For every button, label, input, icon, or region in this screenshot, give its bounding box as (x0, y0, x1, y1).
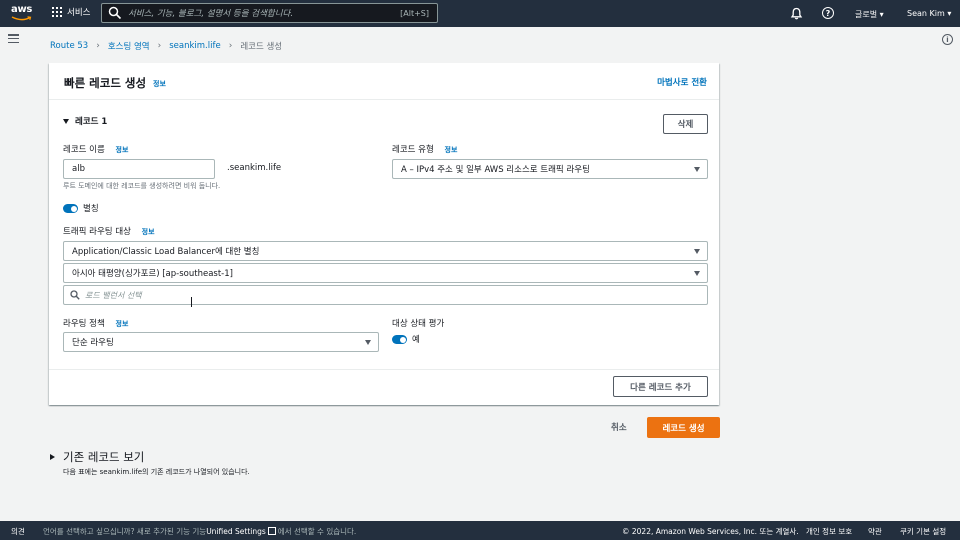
health-check-value: 예 (412, 335, 420, 345)
record-1-title: 레코드 1 (75, 117, 108, 127)
record-name-label-text: 레코드 이름 (63, 145, 105, 155)
route-target-label: 트래픽 라우팅 대상 정보 (63, 225, 155, 237)
caret-down-icon (63, 118, 69, 124)
routing-policy-label-text: 라우팅 정책 (63, 319, 105, 329)
record-type-value: A – IPv4 주소 및 일부 AWS 리소스로 트래픽 라우팅 (401, 165, 590, 175)
breadcrumb-current: 레코드 생성 (240, 42, 283, 52)
record-name-info-link[interactable]: 정보 (116, 146, 129, 154)
cookie-preferences-link[interactable]: 쿠키 기본 설정 (900, 526, 946, 537)
delete-record-button[interactable]: 삭제 (663, 114, 708, 134)
routing-policy-info-link[interactable]: 정보 (116, 320, 129, 328)
chevron-right-icon: › (157, 41, 162, 51)
aws-smile-icon (11, 16, 32, 21)
mouse-cursor-icon (191, 297, 194, 307)
chevron-right-icon: › (96, 41, 100, 51)
page-title: 빠른 레코드 생성 (64, 76, 147, 90)
route-target-info-link[interactable]: 정보 (142, 228, 155, 236)
routing-policy-label: 라우팅 정책 정보 (63, 317, 128, 329)
title-info-link[interactable]: 정보 (153, 79, 166, 89)
info-panel-icon[interactable]: i (942, 34, 953, 45)
services-grid-icon (52, 7, 62, 17)
route-target-value: Application/Classic Load Balancer에 대한 별칭 (72, 247, 260, 257)
search-icon (70, 290, 80, 300)
language-notice: 언어를 선택하고 싶으십니까? 새로 추가된 기능 기능Unified Sett… (43, 526, 356, 537)
routing-policy-value: 단순 라우팅 (72, 338, 114, 348)
global-search-input[interactable]: 서비스, 기능, 블로그, 설명서 등을 검색합니다. [Alt+S] (101, 3, 438, 23)
help-icon[interactable]: ? (822, 7, 834, 19)
search-shortcut: [Alt+S] (400, 8, 429, 18)
quick-create-record-panel: 빠른 레코드 생성 정보 마법사로 전환 레코드 1 삭제 레코드 이름 정보 … (49, 63, 719, 405)
load-balancer-placeholder: 로드 밸런서 선택 (85, 290, 142, 300)
top-navigation: aws 서비스 서비스, 기능, 블로그, 설명서 등을 검색합니다. [Alt… (0, 0, 960, 27)
record-name-input[interactable]: alb (63, 159, 215, 179)
caret-right-icon (50, 454, 55, 460)
record-1-section-toggle[interactable]: 레코드 1 (63, 115, 107, 127)
region-select[interactable]: 아시아 태평양(싱가포르) [ap-southeast-1] (63, 263, 708, 283)
caret-down-icon (365, 340, 371, 345)
caret-down-icon (694, 167, 700, 172)
record-name-hint: 루트 도메인에 대한 레코드를 생성하려면 비워 둡니다. (63, 182, 221, 190)
breadcrumb-hosted-zones[interactable]: 호스팅 영역 (108, 40, 150, 52)
privacy-link[interactable]: 개인 정보 보호 (806, 526, 852, 537)
region-value: 아시아 태평양(싱가포르) [ap-southeast-1] (72, 269, 233, 279)
record-name-label: 레코드 이름 정보 (63, 143, 128, 155)
add-another-record-button[interactable]: 다른 레코드 추가 (613, 376, 708, 397)
alias-label: 별칭 (83, 204, 99, 214)
external-link-icon (267, 527, 276, 535)
breadcrumb-route53[interactable]: Route 53 (50, 41, 88, 51)
view-existing-records-toggle[interactable]: 기존 레코드 보기 (50, 449, 144, 465)
record-type-select[interactable]: A – IPv4 주소 및 일부 AWS 리소스로 트래픽 라우팅 (392, 159, 708, 179)
panel-header: 빠른 레코드 생성 정보 마법사로 전환 (49, 63, 719, 100)
caret-down-icon (694, 271, 700, 276)
breadcrumb-domain[interactable]: seankim.life (169, 41, 220, 51)
route-target-label-text: 트래픽 라우팅 대상 (63, 227, 131, 237)
aws-logo-text: aws (11, 4, 33, 15)
chevron-right-icon: › (228, 41, 233, 51)
services-menu-button[interactable]: 서비스 (52, 6, 90, 18)
services-label: 서비스 (67, 8, 91, 18)
existing-records-title: 기존 레코드 보기 (63, 450, 145, 464)
copyright-text: © 2022, Amazon Web Services, Inc. 또는 계열사… (622, 527, 799, 536)
language-notice-prefix: 언어를 선택하고 싶으십니까? 새로 추가된 기능 기능 (43, 527, 207, 536)
record-type-label-text: 레코드 유형 (392, 145, 434, 155)
unified-settings-link[interactable]: Unified Settings (206, 527, 266, 536)
create-records-button[interactable]: 레코드 생성 (647, 417, 720, 438)
record-name-value: alb (72, 164, 85, 174)
health-check-label: 대상 상태 평가 (392, 319, 445, 329)
search-icon (108, 6, 122, 20)
breadcrumb: Route 53 › 호스팅 영역 › seankim.life › 레코드 생… (50, 40, 282, 52)
existing-records-description: 다음 표에는 seankim.life의 기존 레코드가 나열되어 있습니다. (63, 468, 250, 476)
domain-suffix: .seankim.life (227, 163, 282, 173)
bell-icon[interactable] (790, 7, 803, 20)
terms-link[interactable]: 약관 (868, 526, 882, 537)
record-type-label: 레코드 유형 정보 (392, 143, 457, 155)
region-selector[interactable]: 글로벌 ▾ (855, 9, 884, 20)
user-menu[interactable]: Sean Kim ▾ (907, 9, 951, 18)
cancel-button[interactable]: 취소 (611, 421, 627, 433)
language-notice-suffix: 에서 선택할 수 있습니다. (277, 527, 357, 536)
feedback-link[interactable]: 의견 (11, 526, 25, 537)
caret-down-icon (694, 249, 700, 254)
load-balancer-search-input[interactable]: 로드 밸런서 선택 (63, 285, 708, 305)
routing-policy-select[interactable]: 단순 라우팅 (63, 332, 379, 352)
switch-to-wizard-link[interactable]: 마법사로 전환 (657, 76, 707, 88)
alias-toggle[interactable] (63, 204, 78, 213)
aws-logo[interactable]: aws (11, 4, 35, 22)
health-check-toggle[interactable] (392, 335, 407, 344)
route-target-select[interactable]: Application/Classic Load Balancer에 대한 별칭 (63, 241, 708, 261)
record-type-info-link[interactable]: 정보 (445, 146, 458, 154)
hamburger-menu-icon[interactable] (8, 34, 19, 43)
page-footer: 의견 언어를 선택하고 싶으십니까? 새로 추가된 기능 기능Unified S… (0, 521, 960, 540)
search-placeholder: 서비스, 기능, 블로그, 설명서 등을 검색합니다. (128, 9, 294, 19)
